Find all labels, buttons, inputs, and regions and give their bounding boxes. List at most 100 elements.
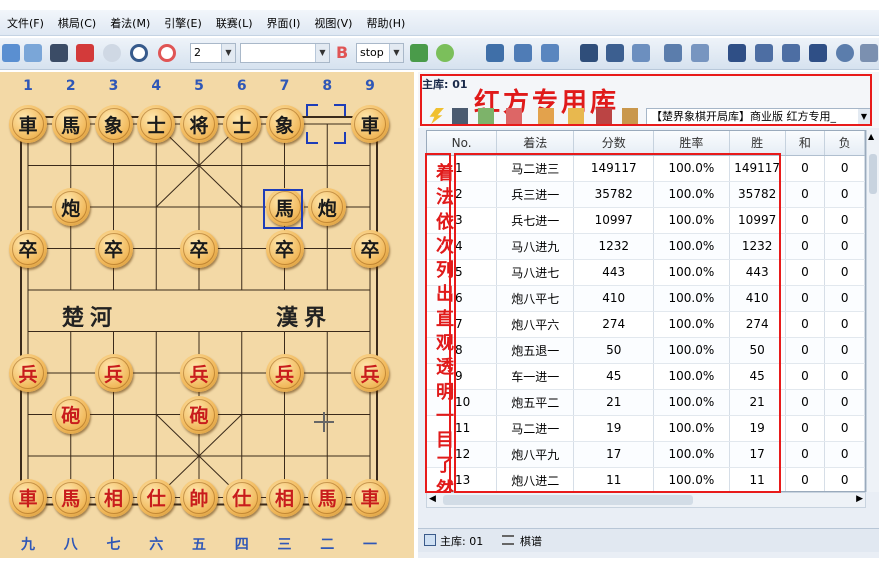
search-icon[interactable] xyxy=(130,44,148,62)
piece-red[interactable]: 馬 xyxy=(308,478,347,517)
menu-item-2[interactable]: 着法(M) xyxy=(103,15,157,31)
engine-state-value: stop xyxy=(360,46,384,59)
scroll-right-icon[interactable]: ▶ xyxy=(856,494,863,504)
table-cell: 0 xyxy=(824,207,865,234)
column-header[interactable]: 负 xyxy=(824,131,865,156)
last-move-icon[interactable] xyxy=(809,44,827,62)
piece-red[interactable]: 馬 xyxy=(51,478,90,517)
piece-black[interactable]: 卒 xyxy=(94,229,133,268)
piece-red[interactable]: 兵 xyxy=(265,354,304,392)
scroll-left-icon[interactable]: ◀ xyxy=(429,494,436,504)
file-label-top: 7 xyxy=(279,78,290,94)
scroll-thumb[interactable] xyxy=(869,154,877,194)
file-label-bottom: 一 xyxy=(363,537,377,553)
piece-black[interactable]: 将 xyxy=(180,105,218,143)
piece-red[interactable]: 仕 xyxy=(222,478,261,517)
piece-red[interactable]: 相 xyxy=(94,478,133,517)
next-move-icon[interactable] xyxy=(782,44,800,62)
list-view-icon[interactable] xyxy=(486,44,504,62)
piece-black[interactable]: 士 xyxy=(137,105,176,143)
first-move-icon[interactable] xyxy=(728,44,746,62)
piece-black[interactable]: 卒 xyxy=(180,229,218,268)
column-header[interactable]: 胜率 xyxy=(653,131,730,156)
save-icon[interactable] xyxy=(24,44,42,62)
tab-game-record[interactable]: 棋谱 xyxy=(520,533,542,549)
table-cell: 0 xyxy=(785,389,826,416)
piece-red[interactable]: 相 xyxy=(265,478,304,517)
menu-item-1[interactable]: 棋局(C) xyxy=(51,15,103,31)
piece-black[interactable]: 象 xyxy=(94,105,133,143)
piece-red[interactable]: 車 xyxy=(351,478,389,517)
horizontal-scrollbar[interactable]: ◀ ▶ xyxy=(426,492,866,508)
step-select[interactable]: 2 ▼ xyxy=(190,43,236,63)
piece-red[interactable]: 車 xyxy=(9,478,47,517)
piece-red[interactable]: 兵 xyxy=(180,354,218,392)
monitor-icon[interactable] xyxy=(50,44,68,62)
wrench-icon[interactable] xyxy=(860,44,878,62)
piece-black[interactable]: 卒 xyxy=(351,229,389,268)
piece-black[interactable]: 馬 xyxy=(51,105,90,143)
table-cell: 0 xyxy=(824,467,865,491)
open-file-icon[interactable] xyxy=(2,44,20,62)
file-label-bottom: 三 xyxy=(277,537,292,553)
scroll-hthumb[interactable] xyxy=(443,495,693,505)
toolbar: 2 ▼ ▼ B stop ▼ xyxy=(0,38,879,70)
selection-marker-to xyxy=(263,189,303,229)
engine-state-select[interactable]: stop ▼ xyxy=(356,43,404,63)
book-icon[interactable] xyxy=(410,44,428,62)
piece-black[interactable]: 車 xyxy=(351,105,389,143)
flag-icon[interactable] xyxy=(76,44,94,62)
bottom-tab-bar: 主库: 01 棋谱 xyxy=(418,528,879,552)
bold-icon[interactable]: B xyxy=(336,43,348,62)
piece-red[interactable]: 砲 xyxy=(180,395,218,434)
column-header[interactable]: 着法 xyxy=(496,131,575,156)
piece-red[interactable]: 帥 xyxy=(180,478,218,517)
engine-param-select[interactable]: ▼ xyxy=(240,43,330,63)
layout-icon[interactable] xyxy=(691,44,709,62)
menu-item-6[interactable]: 视图(V) xyxy=(307,15,359,31)
table-cell: 0 xyxy=(785,337,826,364)
target-icon[interactable] xyxy=(158,44,176,62)
piece-black[interactable]: 卒 xyxy=(9,229,47,268)
vertical-scrollbar[interactable]: ▲ xyxy=(866,130,879,492)
column-header[interactable]: 分数 xyxy=(573,131,655,156)
table-cell: 0 xyxy=(824,389,865,416)
tab-main-library[interactable]: 主库: 01 xyxy=(440,533,483,549)
grid-icon[interactable] xyxy=(580,44,598,62)
piece-red[interactable]: 砲 xyxy=(51,395,90,434)
piece-black[interactable]: 象 xyxy=(265,105,304,143)
piece-red[interactable]: 仕 xyxy=(137,478,176,517)
piece-black[interactable]: 卒 xyxy=(265,229,304,268)
save-doc-icon[interactable] xyxy=(541,44,559,62)
bulb-icon[interactable] xyxy=(103,44,121,62)
menu-item-3[interactable]: 引擎(E) xyxy=(157,15,209,31)
prev-move-icon[interactable] xyxy=(755,44,773,62)
piece-black[interactable]: 炮 xyxy=(308,188,347,226)
table-cell: 0 xyxy=(785,467,826,491)
file-label-top: 8 xyxy=(322,78,333,94)
piece-black[interactable]: 士 xyxy=(222,105,261,143)
menu-item-5[interactable]: 界面(I) xyxy=(260,15,308,31)
window-icon[interactable] xyxy=(664,44,682,62)
table-cell: 0 xyxy=(785,285,826,312)
piece-red[interactable]: 兵 xyxy=(94,354,133,392)
menu-item-4[interactable]: 联赛(L) xyxy=(209,15,260,31)
piece-black[interactable]: 車 xyxy=(9,105,47,143)
table-cell: 0 xyxy=(785,181,826,208)
chess-board-panel[interactable]: 123456789 九八七六五四三二一 楚河 漢界 車馬象士将士象車炮馬炮卒卒卒… xyxy=(0,72,414,558)
export-icon[interactable] xyxy=(606,44,624,62)
menu-item-0[interactable]: 文件(F) xyxy=(0,15,51,31)
refresh-icon[interactable] xyxy=(836,44,854,62)
piece-black[interactable]: 炮 xyxy=(51,188,90,226)
note-highlight-box xyxy=(425,153,451,493)
column-header[interactable]: 胜 xyxy=(729,131,786,156)
column-header[interactable]: No. xyxy=(427,131,498,156)
recycle-icon[interactable] xyxy=(436,44,454,62)
link-icon[interactable] xyxy=(632,44,650,62)
menu-item-7[interactable]: 帮助(H) xyxy=(359,15,412,31)
scroll-up-icon[interactable]: ▲ xyxy=(868,132,874,141)
column-header[interactable]: 和 xyxy=(785,131,826,156)
piece-red[interactable]: 兵 xyxy=(351,354,389,392)
piece-red[interactable]: 兵 xyxy=(9,354,47,392)
folder-icon[interactable] xyxy=(514,44,532,62)
